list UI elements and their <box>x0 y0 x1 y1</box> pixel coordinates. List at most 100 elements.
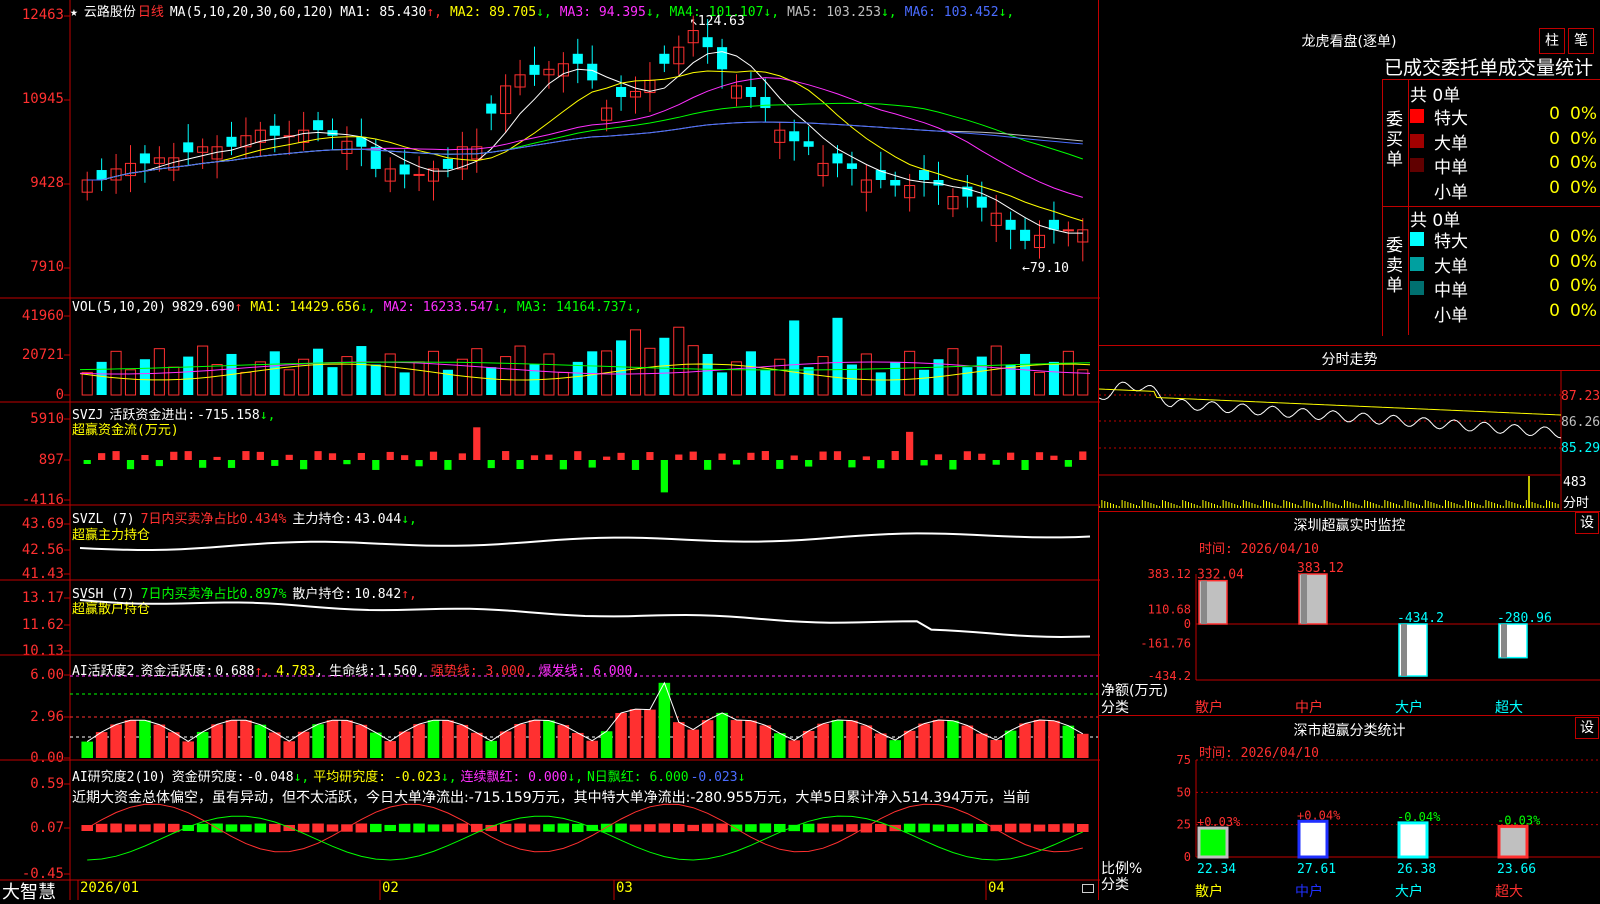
fund-flow-bar <box>155 460 163 467</box>
activity-bar <box>1033 719 1046 758</box>
research-bar <box>384 824 396 832</box>
fund-flow-bar <box>559 460 567 470</box>
volume-bar <box>81 371 93 396</box>
fund-flow-bar <box>689 451 697 460</box>
fund-flow-bar <box>213 456 221 460</box>
activity-bar <box>384 741 396 758</box>
fund-flow-bar <box>1007 452 1015 460</box>
activity-bar <box>875 733 887 758</box>
activity-bar <box>370 732 382 758</box>
activity-bar <box>615 712 627 758</box>
fund-flow-bar <box>877 460 885 469</box>
candle-body <box>890 179 901 186</box>
activity-bar <box>673 722 685 758</box>
fund-flow-bar <box>660 460 668 493</box>
activity-bar <box>990 739 1002 758</box>
fund-flow-bar <box>170 451 178 460</box>
fund-flow-bar <box>271 460 279 466</box>
activity-bar <box>211 724 223 758</box>
fund-flow-bar <box>256 451 264 460</box>
cls-bar-1 <box>1197 826 1229 859</box>
fund-flow-bar <box>545 454 553 460</box>
research-bar <box>961 823 974 833</box>
activity-bar <box>1004 730 1017 758</box>
volume-bar <box>687 345 699 396</box>
fund-flow-bar <box>906 431 914 460</box>
volume-bar <box>947 348 959 396</box>
research-bar <box>456 823 469 833</box>
fund-flow-bar <box>949 460 957 470</box>
indicator-canvas <box>0 0 1100 900</box>
sz-ytick: -161.76 <box>1140 636 1191 650</box>
cls-value-label: 26.38 <box>1397 862 1436 877</box>
candle-body <box>760 96 771 109</box>
fund-flow-bar <box>1064 460 1072 467</box>
candle-body <box>1005 219 1016 230</box>
sz-category: 散户 <box>1195 699 1223 716</box>
kline-chart-area[interactable]: ★ 云路股份 日线 MA(5,10,20,30,60,120) MA1: 85.430↑… <box>0 0 1100 903</box>
activity-bar <box>196 731 209 758</box>
activity-bar <box>629 709 642 758</box>
volume-bar <box>616 340 627 395</box>
candle-body <box>976 196 987 208</box>
volume-bar <box>1048 361 1059 395</box>
retail-holding-line <box>79 599 1091 639</box>
activity-bar <box>413 724 425 758</box>
fund-flow-bar <box>98 453 106 460</box>
cls-bar-3 <box>1397 821 1429 859</box>
activity-bar <box>182 741 194 758</box>
candle-body <box>1020 229 1031 241</box>
fund-flow-bar <box>819 451 827 460</box>
volume-bar <box>904 350 916 396</box>
activity-bar <box>139 720 151 758</box>
volume-bar <box>875 372 886 395</box>
research-bar <box>976 823 988 833</box>
activity-bar <box>1019 723 1031 758</box>
fund-flow-bar <box>934 454 943 460</box>
research-bar <box>831 824 844 832</box>
fund-flow-bar <box>1050 455 1058 460</box>
fund-flow-bar <box>126 460 135 470</box>
activity-bar <box>153 724 166 758</box>
research-bar <box>514 823 526 833</box>
fund-flow-bar <box>805 460 813 467</box>
activity-bar <box>759 725 772 758</box>
main-holding-line <box>79 532 1091 551</box>
sz-bar-label: 332.04 <box>1197 568 1244 583</box>
candle-body <box>442 158 453 169</box>
volume-bar <box>486 367 497 395</box>
cls-ytick: 25 <box>1177 818 1191 832</box>
fund-flow-bar <box>603 456 611 460</box>
fund-flow-bar <box>199 460 207 468</box>
volume-bar <box>774 358 786 396</box>
research-bar <box>918 823 930 833</box>
fund-flow-bar <box>112 451 120 460</box>
volume-bar <box>789 320 800 395</box>
volume-bar <box>356 346 367 395</box>
candle-body <box>529 64 540 75</box>
fund-flow-bar <box>415 460 423 467</box>
fund-flow-bar <box>848 460 856 468</box>
fund-flow-bar <box>833 451 842 460</box>
research-bar <box>817 823 829 833</box>
candle-body <box>919 170 930 180</box>
research-bar <box>269 823 281 833</box>
activity-bar <box>1077 733 1089 758</box>
volume-bar <box>269 351 280 395</box>
volume-bar <box>860 353 872 396</box>
fund-flow-bar <box>372 460 380 470</box>
activity-bar <box>485 740 497 758</box>
candle-body <box>789 131 800 142</box>
volume-bar <box>384 353 396 396</box>
activity-bar <box>81 741 93 758</box>
cls-change-label: -0.04% <box>1397 810 1441 824</box>
activity-bar <box>240 720 252 758</box>
activity-bar <box>355 724 368 758</box>
sz-ytick: 0 <box>1184 617 1191 631</box>
volume-bar <box>543 353 555 396</box>
candle-body <box>832 153 843 164</box>
candle-body <box>803 141 814 147</box>
research-bar <box>312 823 324 833</box>
volume-bar <box>890 361 901 395</box>
volume-bar <box>760 369 771 395</box>
